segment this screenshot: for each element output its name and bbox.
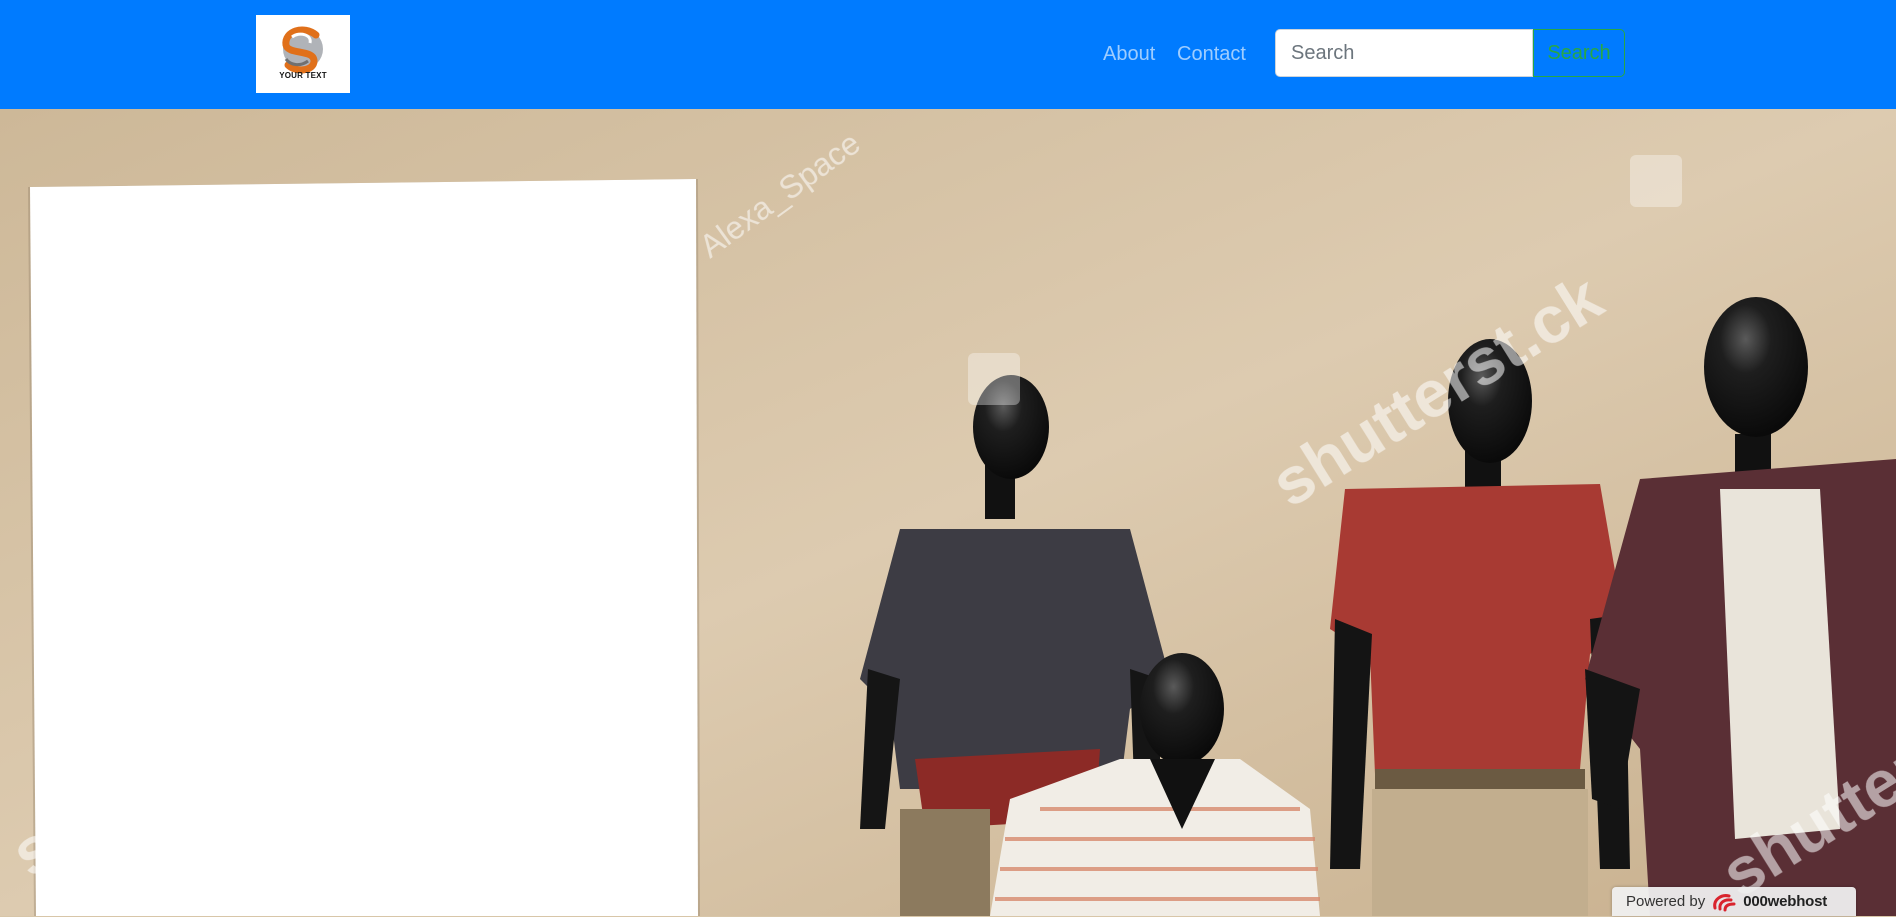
storefront-mannequins-image: shutterst.ck shutterst.ck shutterst.ck A… — [0, 109, 1896, 916]
s-swirl-logo-icon — [282, 26, 323, 74]
brand-logo-link[interactable]: YOUR TEXT — [256, 15, 350, 93]
hero-image: shutterst.ck shutterst.ck shutterst.ck A… — [0, 109, 1896, 916]
powered-by-label: Powered by — [1626, 893, 1706, 910]
search-input[interactable] — [1275, 29, 1533, 77]
powered-by-badge[interactable]: Powered by 000webhost — [1612, 887, 1856, 916]
navbar: YOUR TEXT About Contact Search — [0, 0, 1896, 109]
000webhost-swirl-icon — [1711, 892, 1737, 912]
000webhost-brand: 000webhost — [1743, 893, 1828, 910]
brand-text: YOUR TEXT — [279, 71, 327, 80]
nav-link-about[interactable]: About — [1103, 42, 1155, 66]
search-button[interactable]: Search — [1533, 29, 1625, 77]
nav-link-contact[interactable]: Contact — [1177, 42, 1246, 66]
